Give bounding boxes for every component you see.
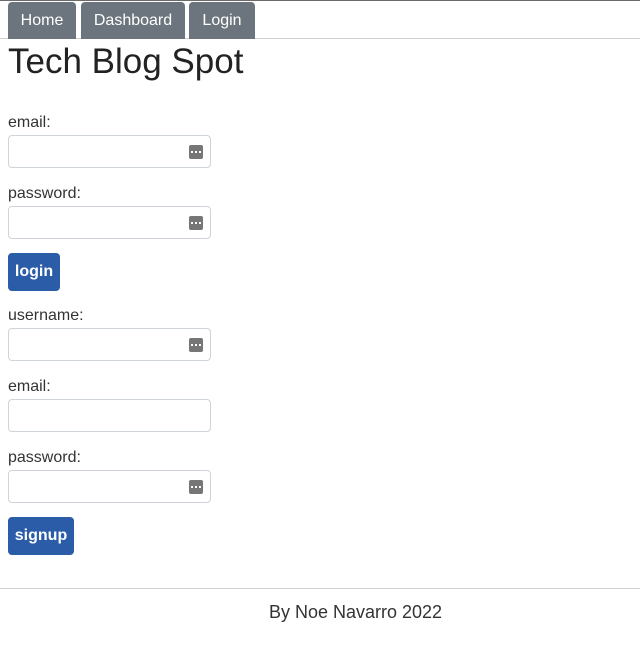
login-email-input[interactable] bbox=[9, 136, 210, 167]
login-password-label: password: bbox=[8, 185, 81, 202]
autofill-dots-icon[interactable] bbox=[189, 145, 203, 159]
signup-email-field[interactable] bbox=[8, 399, 211, 432]
top-nav-bar: Home Dashboard Login bbox=[0, 0, 640, 39]
signup-username-field[interactable] bbox=[8, 328, 211, 361]
signup-button[interactable]: signup bbox=[8, 517, 74, 555]
nav-dashboard-button[interactable]: Dashboard bbox=[81, 2, 185, 39]
login-password-input[interactable] bbox=[9, 207, 210, 238]
page-title: Tech Blog Spot bbox=[8, 42, 244, 81]
nav-login-button[interactable]: Login bbox=[189, 2, 255, 39]
signup-password-input[interactable] bbox=[9, 471, 210, 502]
signup-email-input[interactable] bbox=[9, 400, 210, 431]
autofill-dots-icon[interactable] bbox=[189, 216, 203, 230]
signup-password-label: password: bbox=[8, 449, 81, 466]
autofill-dots-icon[interactable] bbox=[189, 480, 203, 494]
signup-email-label: email: bbox=[8, 378, 51, 395]
signup-password-field[interactable] bbox=[8, 470, 211, 503]
signup-username-input[interactable] bbox=[9, 329, 210, 360]
autofill-dots-icon[interactable] bbox=[189, 338, 203, 352]
nav-home-button[interactable]: Home bbox=[8, 2, 76, 39]
footer-credit: By Noe Navarro 2022 bbox=[268, 602, 443, 622]
login-email-field[interactable] bbox=[8, 135, 211, 168]
login-email-label: email: bbox=[8, 114, 51, 131]
login-button[interactable]: login bbox=[8, 253, 60, 291]
signup-username-label: username: bbox=[8, 307, 84, 324]
footer-divider bbox=[0, 588, 640, 589]
login-password-field[interactable] bbox=[8, 206, 211, 239]
